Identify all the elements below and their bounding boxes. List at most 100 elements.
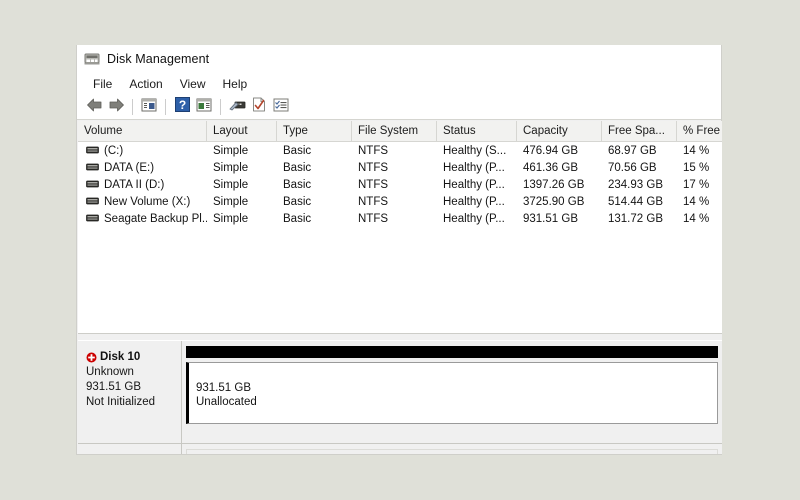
- volume-drive-icon: [86, 146, 99, 155]
- disk-error-icon: [86, 352, 97, 363]
- cell-layout: Simple: [213, 144, 249, 157]
- cell-layout: Simple: [213, 161, 249, 174]
- column-header-free-space[interactable]: Free Spa...: [602, 121, 677, 141]
- cell-type: Basic: [283, 212, 312, 225]
- column-header-layout[interactable]: Layout: [207, 121, 277, 141]
- show-hide-action-pane-button[interactable]: [193, 97, 215, 117]
- pane-splitter[interactable]: [78, 333, 722, 341]
- cell-volume-label: DATA (E:): [104, 161, 155, 174]
- rescan-disks-icon: [228, 98, 246, 117]
- cell-file-system: NTFS: [358, 178, 389, 191]
- forward-icon: [108, 98, 125, 117]
- list-view-button[interactable]: [270, 97, 292, 117]
- volume-drive-icon: [86, 180, 99, 189]
- column-header-file-system[interactable]: File System: [352, 121, 437, 141]
- cell-layout: Simple: [213, 212, 249, 225]
- cell-free-space: 131.72 GB: [608, 212, 663, 225]
- table-row[interactable]: DATA II (D:) Simple Basic NTFS Healthy (…: [78, 176, 722, 193]
- volume-list-pane: Volume Layout Type File System Status Ca…: [78, 121, 722, 333]
- disk10-info-panel[interactable]: Disk 10 Unknown 931.51 GB Not Initialize…: [78, 341, 182, 443]
- cell-status: Healthy (P...: [443, 161, 505, 174]
- volume-drive-icon: [86, 197, 99, 206]
- cell-status: Healthy (P...: [443, 212, 505, 225]
- cell-volume-label: New Volume (X:): [104, 195, 191, 208]
- cell-volume: DATA II (D:): [78, 179, 207, 191]
- cell-free-space: 514.44 GB: [608, 195, 663, 208]
- column-header-capacity[interactable]: Capacity: [517, 121, 602, 141]
- toolbar-separator-1: [132, 99, 133, 115]
- cell-percent-free: 14 %: [683, 212, 710, 225]
- disk-row-disk10[interactable]: Disk 10 Unknown 931.51 GB Not Initialize…: [78, 341, 722, 444]
- column-header-percent-free[interactable]: % Free: [677, 121, 722, 141]
- properties-button[interactable]: [248, 97, 270, 117]
- partition-label: Unallocated: [196, 396, 257, 408]
- svg-text:?: ?: [178, 98, 185, 112]
- cell-status: Healthy (P...: [443, 178, 505, 191]
- cell-status: Healthy (S...: [443, 144, 507, 157]
- graphical-disk-view: Disk 10 Unknown 931.51 GB Not Initialize…: [78, 341, 722, 454]
- cell-type: Basic: [283, 161, 312, 174]
- disk-management-window: Disk Management File Action View Help ? …: [76, 45, 722, 455]
- toolbar-separator-3: [220, 99, 221, 115]
- cell-volume-label: Seagate Backup Pl...: [104, 212, 207, 225]
- column-header-type[interactable]: Type: [277, 121, 352, 141]
- table-row[interactable]: Seagate Backup Pl... Simple Basic NTFS H…: [78, 210, 722, 227]
- show-hide-console-tree-icon: [141, 98, 157, 117]
- cell-file-system: NTFS: [358, 144, 389, 157]
- back-button[interactable]: [83, 97, 105, 117]
- cell-percent-free: 15 %: [683, 161, 710, 174]
- cell-type: Basic: [283, 195, 312, 208]
- table-row[interactable]: DATA (E:) Simple Basic NTFS Healthy (P..…: [78, 159, 722, 176]
- cell-file-system: NTFS: [358, 161, 389, 174]
- cell-volume-label: DATA II (D:): [104, 178, 165, 191]
- cell-volume: (C:): [78, 145, 207, 157]
- disk10-partition-area: 931.51 GB Unallocated: [182, 341, 722, 443]
- table-row[interactable]: New Volume (X:) Simple Basic NTFS Health…: [78, 193, 722, 210]
- help-button[interactable]: ?: [171, 97, 193, 117]
- cell-layout: Simple: [213, 178, 249, 191]
- cell-file-system: NTFS: [358, 212, 389, 225]
- cell-capacity: 3725.90 GB: [523, 195, 585, 208]
- menu-item-view[interactable]: View: [172, 75, 215, 93]
- cell-layout: Simple: [213, 195, 249, 208]
- disk10-type: Unknown: [86, 366, 134, 378]
- toolbar: ?: [77, 95, 721, 120]
- properties-icon: [252, 97, 266, 117]
- cdrom0-empty-partition[interactable]: [186, 449, 718, 454]
- toolbar-separator-2: [165, 99, 166, 115]
- cell-capacity: 931.51 GB: [523, 212, 578, 225]
- cell-percent-free: 17 %: [683, 178, 710, 191]
- cell-volume: New Volume (X:): [78, 196, 207, 208]
- column-header-status[interactable]: Status: [437, 121, 517, 141]
- volume-drive-icon: [86, 214, 99, 223]
- table-row[interactable]: (C:) Simple Basic NTFS Healthy (S... 476…: [78, 142, 722, 159]
- list-view-icon: [273, 98, 289, 117]
- window-title: Disk Management: [107, 51, 210, 66]
- cell-capacity: 1397.26 GB: [523, 178, 585, 191]
- disk10-title: Disk 10: [100, 351, 141, 363]
- cell-free-space: 70.56 GB: [608, 161, 657, 174]
- cell-volume: Seagate Backup Pl...: [78, 213, 207, 225]
- cell-percent-free: 14 %: [683, 144, 710, 157]
- show-hide-console-tree-button[interactable]: [138, 97, 160, 117]
- partition-size: 931.51 GB: [196, 382, 251, 394]
- cell-volume: DATA (E:): [78, 162, 207, 174]
- title-bar[interactable]: Disk Management: [77, 45, 721, 72]
- cell-file-system: NTFS: [358, 195, 389, 208]
- volume-drive-icon: [86, 163, 99, 172]
- cdrom0-info-panel[interactable]: CD-ROM 0 DVD (J:): [78, 444, 182, 454]
- menu-item-file[interactable]: File: [85, 75, 121, 93]
- cell-free-space: 234.93 GB: [608, 178, 663, 191]
- forward-button[interactable]: [105, 97, 127, 117]
- menu-item-help[interactable]: Help: [215, 75, 257, 93]
- disk10-state: Not Initialized: [86, 396, 156, 408]
- disk-row-cdrom0[interactable]: CD-ROM 0 DVD (J:): [78, 444, 722, 454]
- cell-volume-label: (C:): [104, 144, 124, 157]
- rescan-disks-button[interactable]: [226, 97, 248, 117]
- volume-list-header: Volume Layout Type File System Status Ca…: [78, 121, 722, 142]
- menu-item-action[interactable]: Action: [121, 75, 171, 93]
- help-icon: ?: [174, 97, 190, 117]
- disk10-unallocated-partition[interactable]: 931.51 GB Unallocated: [186, 362, 718, 424]
- column-header-volume[interactable]: Volume: [78, 121, 207, 141]
- cell-capacity: 476.94 GB: [523, 144, 578, 157]
